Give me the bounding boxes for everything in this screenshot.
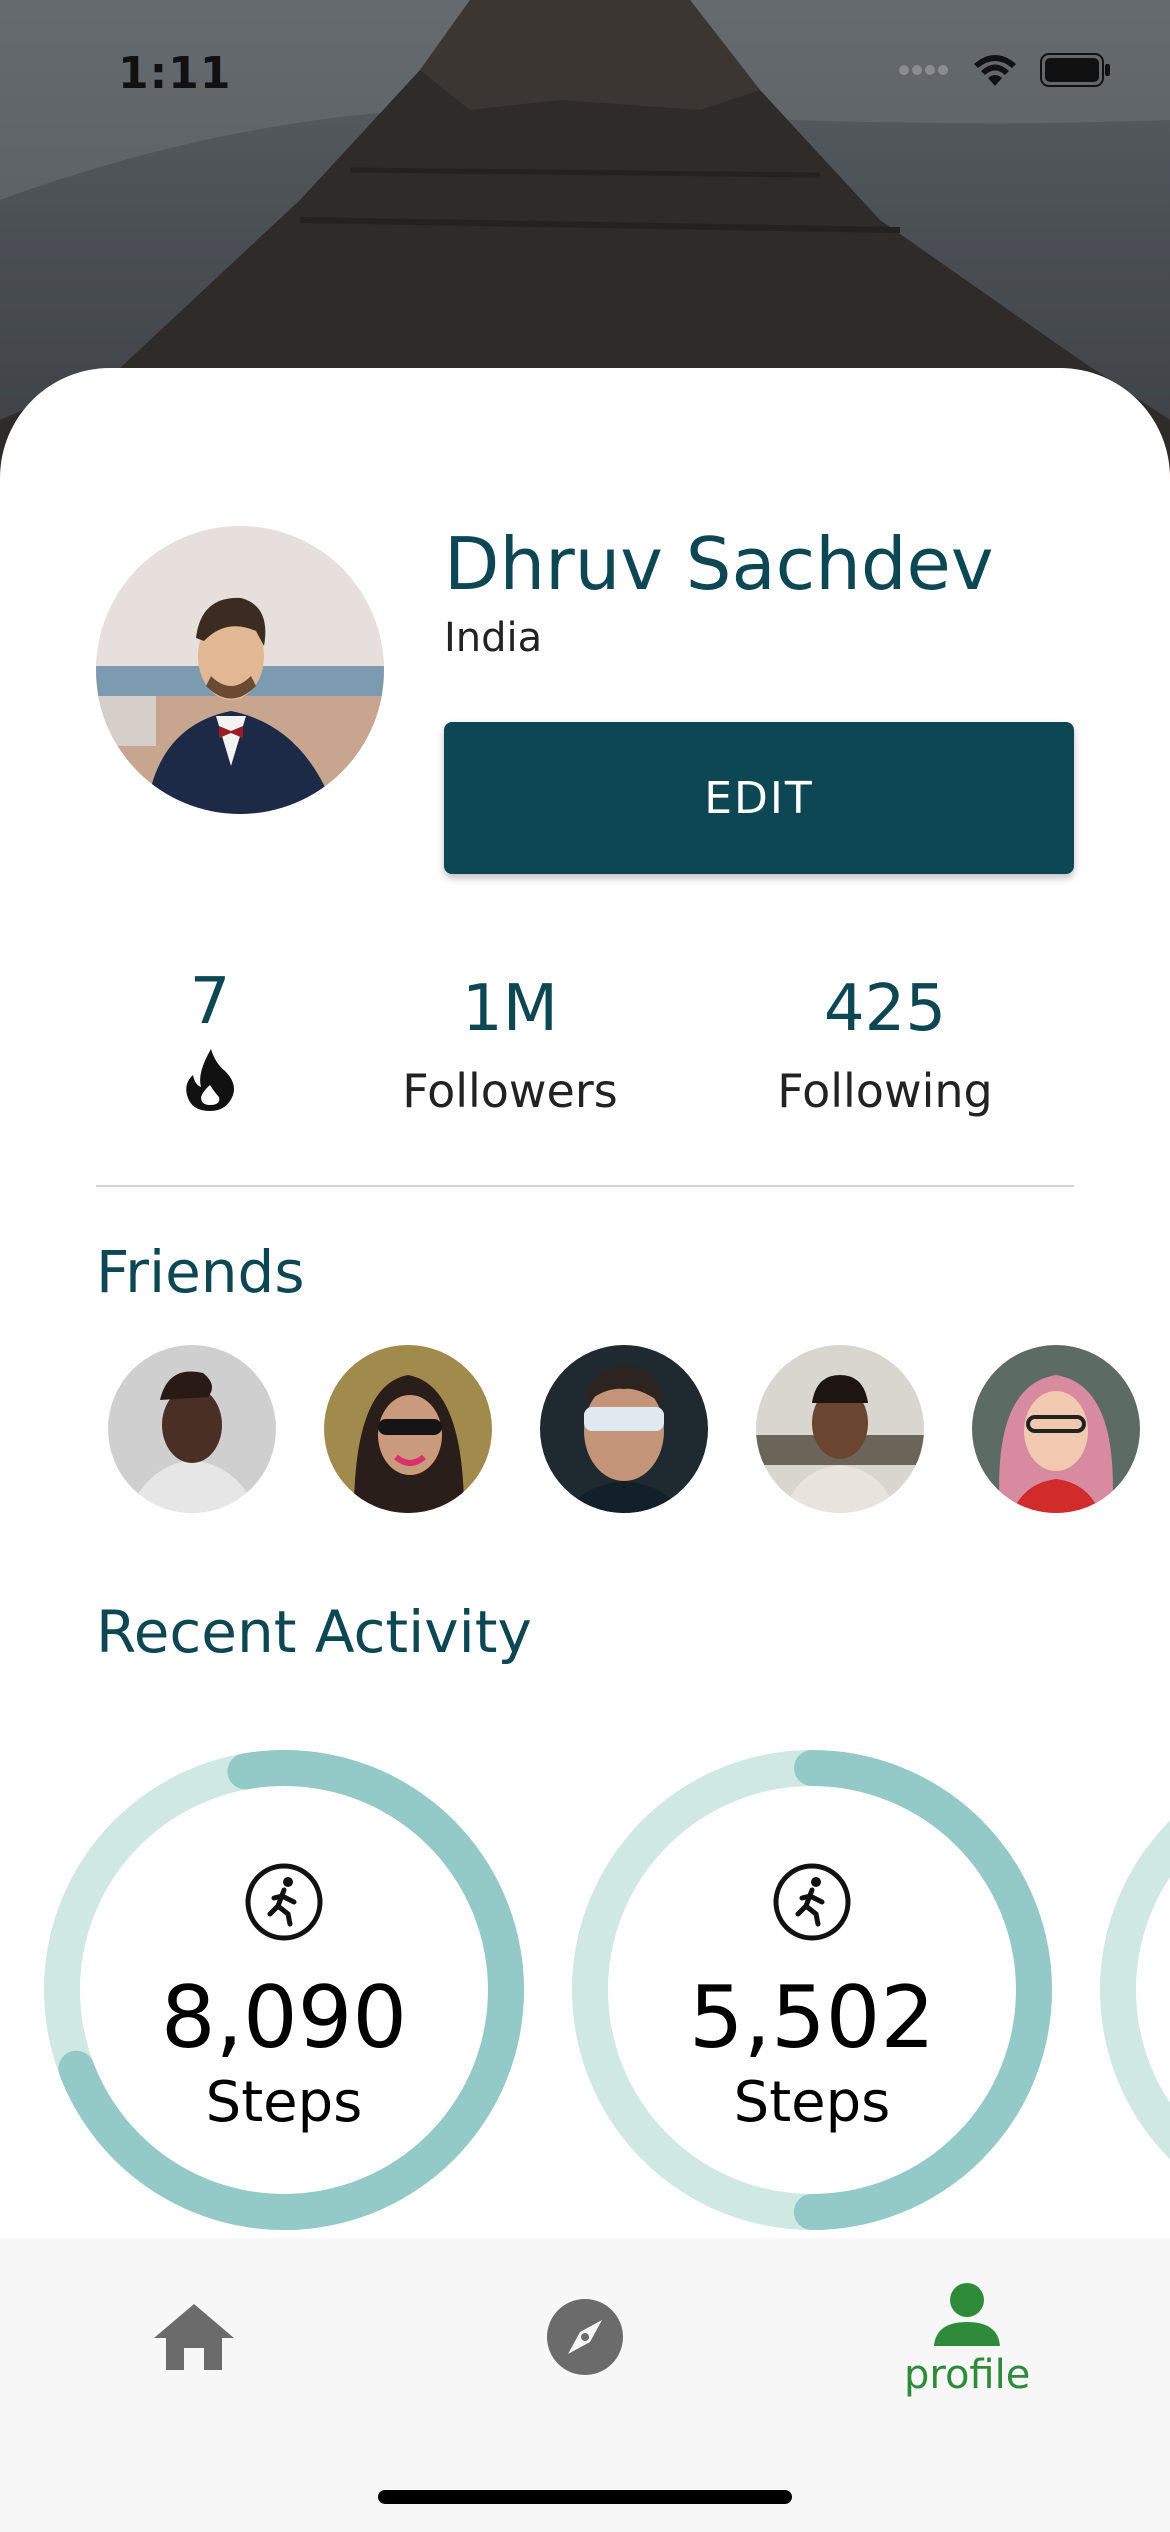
running-icon [773,1863,851,1941]
nav-profile-label: profile [904,2352,1031,2398]
status-time: 1:11 [118,48,232,99]
home-icon [154,2304,234,2370]
activity-label: Steps [205,2070,363,2135]
flame-icon [186,1049,234,1111]
divider [96,1185,1074,1187]
profile-icon [934,2283,1001,2346]
followers-value: 1M [462,972,558,1046]
friend-avatar[interactable] [540,1345,708,1513]
friend-avatar[interactable] [108,1345,276,1513]
followers-stat[interactable]: 1M Followers [380,972,640,1118]
running-icon [245,1863,323,1941]
profile-country: India [444,615,543,661]
progress-ring [1100,1820,1170,2160]
activity-value: 8,090 [160,1968,408,2068]
wifi-icon [974,55,1016,86]
friend-avatar[interactable] [972,1345,1140,1513]
activity-label: Steps [733,2070,891,2135]
following-stat[interactable]: 425 Following [760,972,1010,1118]
battery-icon [1040,53,1110,87]
friend-avatar[interactable] [324,1345,492,1513]
compass-icon [547,2299,623,2375]
streak-value: 7 [189,965,231,1039]
friends-title: Friends [96,1238,305,1306]
status-icons [898,52,1112,88]
recent-activity-title: Recent Activity [96,1598,532,1666]
nav-home[interactable] [150,2298,238,2378]
streak-stat: 7 [160,965,260,1117]
bottom-nav: profile [0,2238,1170,2532]
activity-value: 5,502 [688,1968,936,2068]
friend-avatar[interactable] [756,1345,924,1513]
activity-ring-partial[interactable] [1100,1750,1170,2230]
nav-profile[interactable]: profile [904,2282,1030,2398]
profile-name: Dhruv Sachdev [444,522,994,606]
edit-button[interactable]: EDIT [444,722,1074,874]
followers-label: Followers [402,1064,618,1118]
activity-ring[interactable]: 8,090 Steps [44,1749,524,2230]
home-indicator [378,2490,792,2504]
following-value: 425 [823,972,947,1046]
profile-avatar[interactable] [96,526,384,814]
following-label: Following [777,1064,993,1118]
signal-icon [899,65,948,75]
activity-ring[interactable]: 5,502 Steps [572,1750,1052,2230]
nav-explore[interactable] [544,2296,626,2378]
